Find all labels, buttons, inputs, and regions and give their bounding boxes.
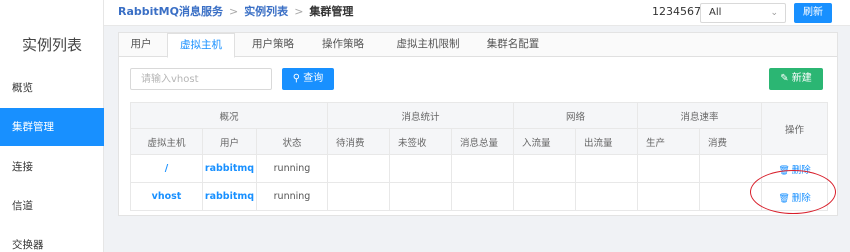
sidebar-item-connections[interactable]: 连接: [0, 148, 104, 186]
vhost-name[interactable]: /: [130, 154, 203, 183]
column-header-consume: 消费: [699, 128, 763, 155]
column-header-total: 消息总量: [450, 128, 515, 155]
tab-cluster-name-config[interactable]: 集群名配置: [475, 33, 551, 57]
sidebar-item-channels[interactable]: 信道: [0, 187, 104, 225]
breadcrumb-current: 集群管理: [309, 5, 354, 18]
inbound-cell: [513, 182, 577, 211]
account-id-label: 1234567:: [652, 5, 705, 18]
breadcrumb-instance-list-link[interactable]: 实例列表: [244, 5, 288, 18]
column-header-pending: 待消费: [327, 128, 390, 155]
table-row: / rabbitmq running 🗑 删除: [130, 154, 829, 183]
sidebar-item-exchanges[interactable]: 交换器: [0, 226, 104, 252]
column-header-user: 用户: [202, 128, 257, 155]
tab-vhost-limits[interactable]: 虚拟主机限制: [381, 33, 475, 57]
publish-cell: [637, 182, 701, 211]
breadcrumb: RabbitMQ消息服务 > 实例列表 > 集群管理: [118, 0, 353, 26]
table-group-header-row: 概况 消息统计 网络 消息速率 操作: [130, 102, 829, 155]
account-select[interactable]: All ⌄: [700, 3, 786, 23]
pending-cell: [327, 154, 390, 183]
vhost-search-input[interactable]: [130, 68, 272, 90]
highlight-annotation-circle: [750, 170, 836, 214]
vhost-user[interactable]: rabbitmq: [202, 182, 257, 211]
group-header-message-stats: 消息统计: [326, 102, 515, 129]
breadcrumb-separator-icon: >: [294, 5, 304, 18]
unacked-cell: [389, 182, 452, 211]
outbound-cell: [575, 154, 639, 183]
column-header-publish: 生产: [637, 128, 701, 155]
query-button[interactable]: ⚲ 查询: [282, 68, 334, 90]
vhost-status: running: [256, 154, 328, 183]
refresh-button[interactable]: 刷新: [794, 3, 832, 23]
group-header-message-rates: 消息速率: [637, 102, 763, 129]
group-header-actions: 操作: [761, 102, 829, 155]
column-header-outbound: 出流量: [575, 128, 639, 155]
table-column-header-row: 虚拟主机 用户 状态 待消费 未签收 消息总量 入流量 出流量 生产 消费: [130, 128, 828, 155]
pending-cell: [327, 182, 390, 211]
breadcrumb-root-link[interactable]: RabbitMQ消息服务: [118, 5, 223, 18]
tab-bar: 用户 虚拟主机 用户策略 操作策略 虚拟主机限制 集群名配置: [119, 33, 837, 58]
create-button[interactable]: ✎ 新建: [769, 68, 823, 90]
top-header: RabbitMQ消息服务 > 实例列表 > 集群管理 1234567: All ⌄ 刷新: [104, 0, 850, 26]
vhost-status: running: [256, 182, 328, 211]
chevron-down-icon: ⌄: [770, 8, 778, 18]
column-header-vhost: 虚拟主机: [130, 128, 203, 155]
column-header-inbound: 入流量: [513, 128, 577, 155]
tab-user-policies[interactable]: 用户策略: [239, 33, 307, 57]
unacked-cell: [389, 154, 452, 183]
plus-icon: ✎: [780, 73, 789, 84]
search-icon: ⚲: [292, 73, 301, 84]
publish-cell: [637, 154, 701, 183]
vhost-user[interactable]: rabbitmq: [202, 154, 257, 183]
sidebar-item-overview[interactable]: 概览: [0, 69, 104, 107]
table-row: vhost rabbitmq running 🗑 删除: [130, 182, 829, 211]
column-header-status: 状态: [256, 128, 328, 155]
vhost-table: 概况 消息统计 网络 消息速率 操作 虚拟主机 用户 状态 待消费 未签收 消息…: [130, 102, 829, 211]
create-button-label: 新建: [791, 73, 812, 84]
outbound-cell: [575, 182, 639, 211]
sidebar-title: 实例列表: [21, 36, 82, 54]
column-header-unacked: 未签收: [389, 128, 452, 155]
sidebar-item-cluster-management[interactable]: 集群管理: [0, 108, 104, 146]
total-cell: [450, 182, 515, 211]
tab-virtual-hosts[interactable]: 虚拟主机: [167, 33, 235, 58]
vhost-panel: 用户 虚拟主机 用户策略 操作策略 虚拟主机限制 集群名配置 ⚲ 查询 ✎ 新建…: [118, 32, 838, 216]
tab-users[interactable]: 用户: [119, 33, 163, 57]
consume-cell: [699, 154, 763, 183]
group-header-overview: 概况: [130, 102, 328, 129]
vhost-name[interactable]: vhost: [130, 182, 203, 211]
account-select-value: All: [709, 7, 722, 18]
query-button-label: 查询: [303, 73, 324, 84]
tab-operation-policies[interactable]: 操作策略: [309, 33, 377, 57]
inbound-cell: [513, 154, 577, 183]
sidebar: 实例列表 概览 集群管理 连接 信道 交换器: [0, 0, 104, 252]
total-cell: [450, 154, 515, 183]
breadcrumb-separator-icon: >: [228, 5, 239, 18]
group-header-network: 网络: [513, 102, 639, 129]
